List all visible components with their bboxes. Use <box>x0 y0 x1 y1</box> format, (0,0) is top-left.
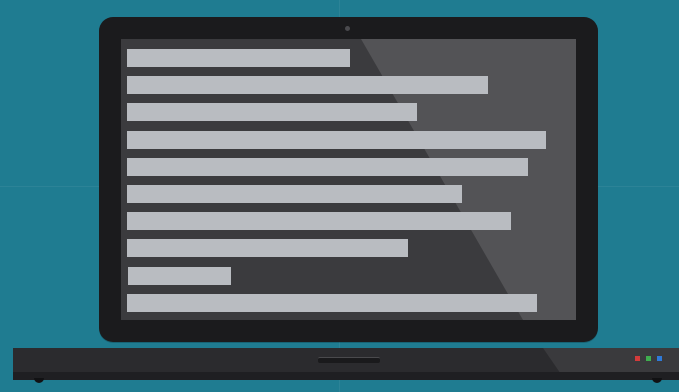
base-lip <box>13 372 679 380</box>
screen-text-line <box>127 294 537 312</box>
screen-text-line <box>127 131 546 149</box>
screen-text-line <box>128 267 231 285</box>
laptop-screen <box>121 39 576 320</box>
laptop-lid <box>99 17 598 342</box>
trackpad-slot <box>318 357 380 363</box>
left-foot <box>34 378 44 383</box>
laptop-base <box>13 348 679 380</box>
screen-text-line <box>127 103 417 121</box>
red-led-icon <box>635 356 640 361</box>
screen-text-line <box>127 212 511 230</box>
screen-text-line <box>127 49 350 67</box>
right-foot <box>652 378 662 383</box>
screen-text-line <box>127 185 462 203</box>
laptop-illustration: { "scene": { "background_color": "#1f7c9… <box>0 0 679 392</box>
screen-text-line <box>127 158 528 176</box>
green-led-icon <box>646 356 651 361</box>
screen-text-line <box>127 239 408 257</box>
webcam-icon <box>345 26 350 31</box>
screen-text-line <box>127 76 488 94</box>
blue-led-icon <box>657 356 662 361</box>
